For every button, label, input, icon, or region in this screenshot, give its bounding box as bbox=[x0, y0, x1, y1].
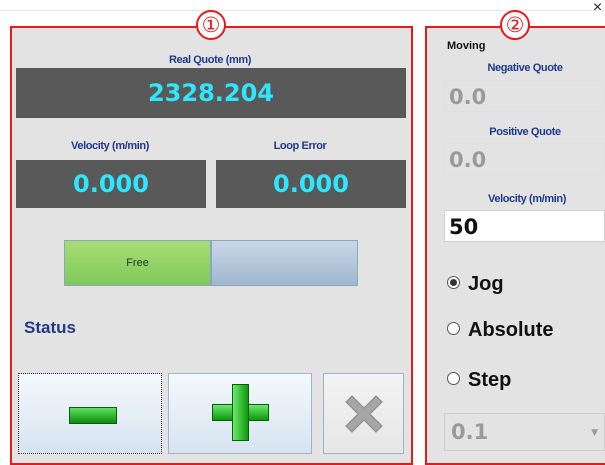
real-quote-label: Real Quote (mm) bbox=[168, 54, 251, 66]
radio-selected-icon bbox=[447, 276, 460, 290]
minus-icon bbox=[69, 407, 117, 424]
radio-unselected-icon bbox=[447, 322, 460, 336]
stop-button[interactable] bbox=[323, 373, 404, 454]
locked-mode-toggle[interactable] bbox=[211, 240, 358, 286]
mode-radio-jog[interactable]: Jog bbox=[447, 273, 504, 299]
radio-unselected-icon bbox=[447, 372, 460, 386]
velocity-display: 0.000 bbox=[16, 160, 206, 208]
positive-quote-label: Positive Quote bbox=[489, 126, 561, 138]
free-mode-toggle[interactable]: Free bbox=[64, 240, 211, 286]
moving-title: Moving bbox=[447, 40, 486, 52]
target-velocity-field[interactable]: 50 bbox=[444, 210, 605, 242]
chevron-down-icon: ▼ bbox=[591, 428, 598, 438]
target-velocity-label: Velocity (m/min) bbox=[488, 193, 566, 205]
jog-plus-button[interactable] bbox=[168, 373, 312, 454]
negative-quote-label: Negative Quote bbox=[487, 62, 563, 74]
velocity-label: Velocity (m/min) bbox=[71, 140, 149, 152]
close-icon[interactable]: × bbox=[590, 0, 605, 18]
positive-quote-field[interactable]: 0.0 bbox=[444, 143, 605, 175]
jog-minus-button[interactable] bbox=[18, 373, 162, 454]
real-quote-display: 2328.204 bbox=[16, 68, 406, 118]
step-size-select[interactable]: 0.1 ▼ bbox=[444, 413, 605, 451]
panel-number-badge-2: ② bbox=[500, 10, 530, 40]
status-label: Status bbox=[24, 318, 76, 337]
panel-number-badge-1: ① bbox=[196, 10, 226, 40]
loop-error-label: Loop Error bbox=[273, 140, 327, 152]
x-icon bbox=[345, 395, 383, 433]
mode-radio-absolute[interactable]: Absolute bbox=[447, 319, 554, 345]
negative-quote-field[interactable]: 0.0 bbox=[444, 80, 605, 112]
loop-error-display: 0.000 bbox=[216, 160, 406, 208]
mode-radio-step[interactable]: Step bbox=[447, 369, 511, 395]
